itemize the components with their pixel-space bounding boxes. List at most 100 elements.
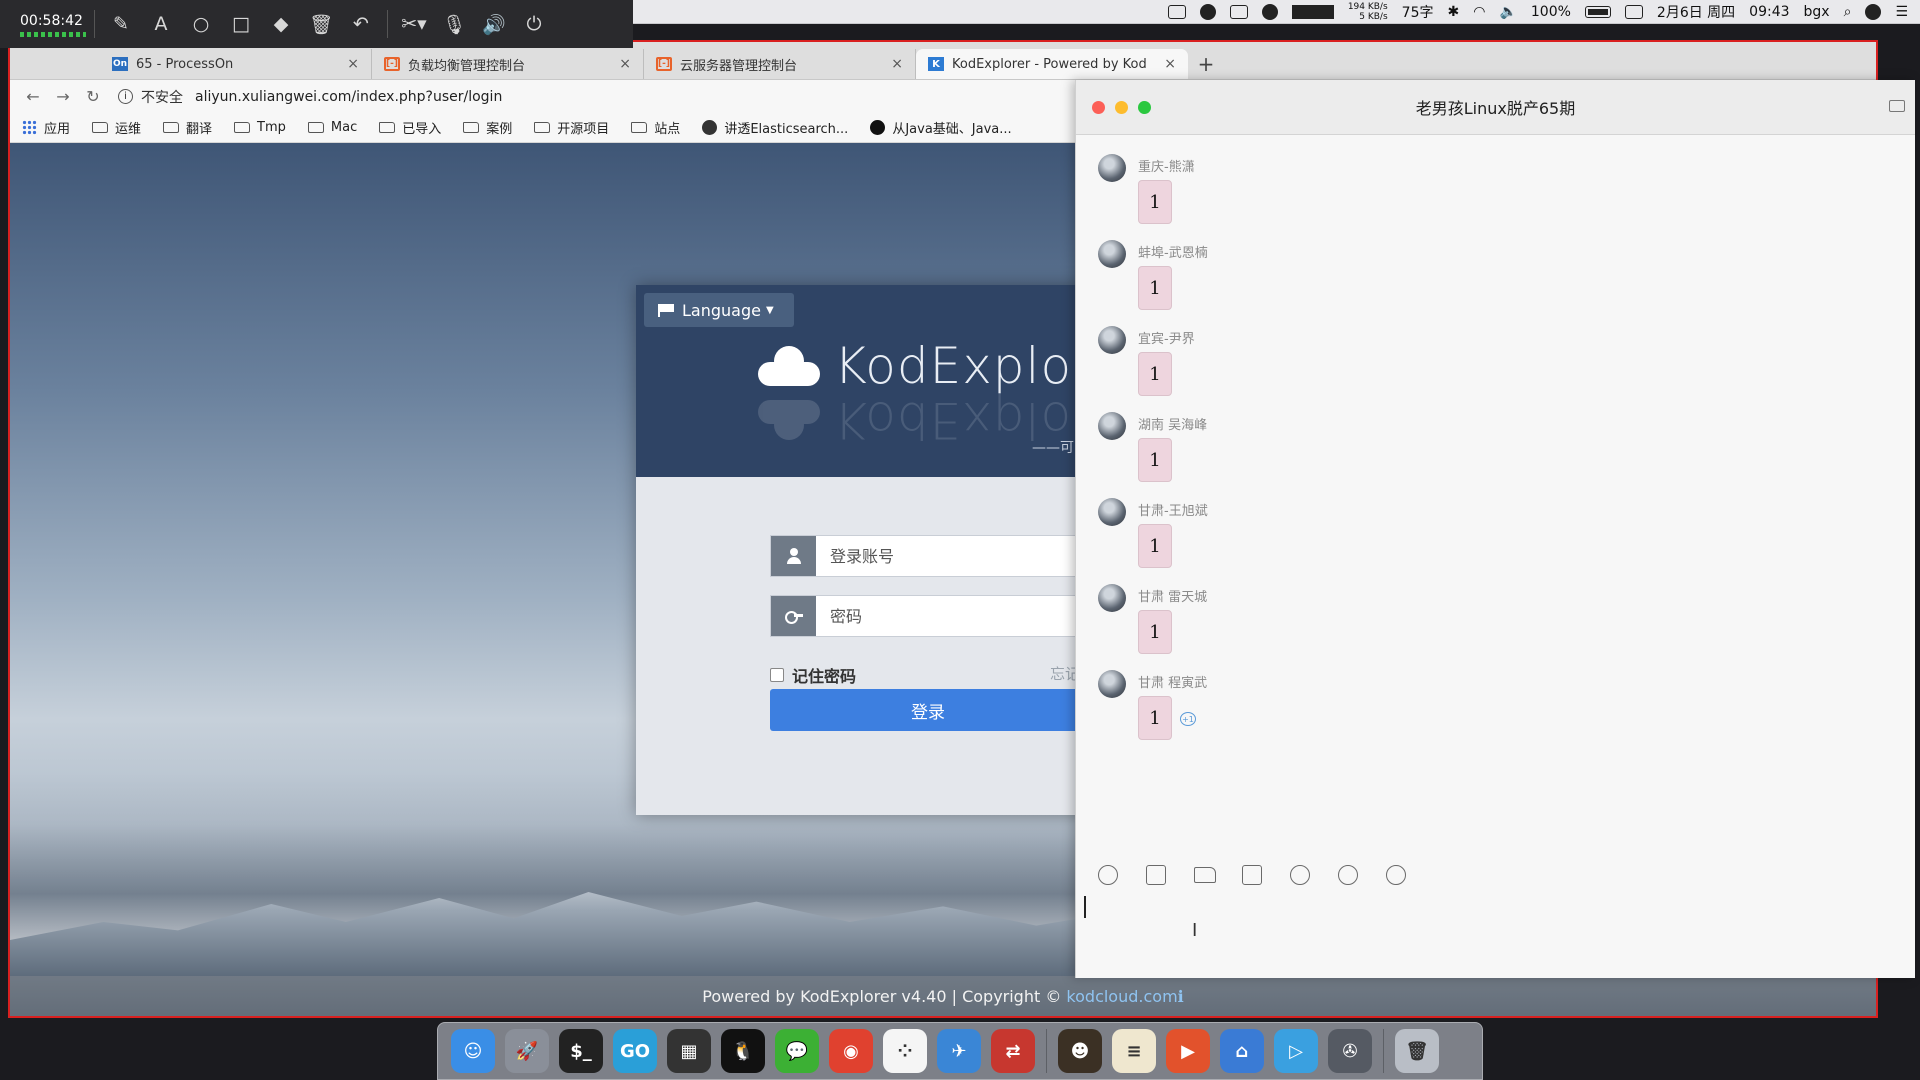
avatar[interactable] xyxy=(1098,584,1126,612)
new-tab-button[interactable]: + xyxy=(1188,49,1224,79)
screenshot-scissors-icon[interactable] xyxy=(1146,862,1194,888)
terminal-icon[interactable]: $_ xyxy=(559,1029,603,1073)
scissors-icon[interactable]: ✂▾ xyxy=(394,0,434,48)
bluetooth-icon[interactable]: ✱ xyxy=(1447,4,1459,20)
remote-desktop-icon[interactable]: ⇄ xyxy=(991,1029,1035,1073)
speaker-icon[interactable]: 🔊 xyxy=(474,0,514,48)
infuse-icon[interactable]: ▷ xyxy=(1274,1029,1318,1073)
message-bubble[interactable]: 1 xyxy=(1138,266,1172,310)
bookmark-item[interactable]: 从Java基础、Java... xyxy=(870,118,1012,137)
trash-icon[interactable]: 🗑 xyxy=(301,0,341,48)
screen-share-icon[interactable] xyxy=(1242,862,1290,888)
message-bubble[interactable]: 1 xyxy=(1138,696,1172,740)
avatar[interactable] xyxy=(1098,240,1126,268)
spotlight-search-icon[interactable]: ⌕ xyxy=(1844,4,1852,20)
bookmark-item[interactable]: 应用 xyxy=(22,118,70,137)
teamviewer-menubar-icon[interactable] xyxy=(1229,4,1248,19)
omnibox[interactable]: i 不安全 aliyun.xuliangwei.com/index.php?us… xyxy=(118,87,502,107)
remember-password[interactable]: 记住密码 xyxy=(770,663,856,687)
cpu-label[interactable]: 75字 xyxy=(1402,2,1434,22)
qq-icon[interactable]: 🐧 xyxy=(721,1029,765,1073)
menubar-date[interactable]: 2月6日 周四 xyxy=(1657,2,1735,22)
language-dropdown[interactable]: Language ▼ xyxy=(644,293,794,327)
password-input[interactable] xyxy=(816,596,1085,636)
back-button[interactable]: ← xyxy=(18,87,48,106)
chrome-icon[interactable]: ◉ xyxy=(829,1029,873,1073)
wechat-menubar-icon[interactable] xyxy=(1199,3,1216,20)
history-clock-icon[interactable] xyxy=(1338,862,1386,888)
insecure-label[interactable]: 不安全 xyxy=(141,87,183,107)
tab-3[interactable]: [-] 云服务器管理控制台 × xyxy=(644,49,916,79)
bookmark-item[interactable]: 运维 xyxy=(92,118,141,137)
message-bubble[interactable]: 1 xyxy=(1138,438,1172,482)
bookmark-item[interactable]: 站点 xyxy=(631,118,680,137)
close-window-button[interactable] xyxy=(1092,101,1105,114)
final-cut-icon[interactable]: ✇ xyxy=(1328,1029,1372,1073)
goland-icon[interactable]: GO xyxy=(613,1029,657,1073)
mute-bell-icon[interactable] xyxy=(1386,862,1434,888)
pin-window-icon[interactable] xyxy=(1889,100,1905,112)
notification-center-icon[interactable]: ☰ xyxy=(1895,4,1908,20)
tab-close-icon[interactable]: × xyxy=(891,56,903,72)
bookmark-item[interactable]: Mac xyxy=(307,120,357,135)
eraser-icon[interactable]: ◆ xyxy=(261,0,301,48)
volume-icon[interactable]: 🔈 xyxy=(1499,4,1516,20)
url-text[interactable]: aliyun.xuliangwei.com/index.php?user/log… xyxy=(195,89,502,105)
minimize-window-button[interactable] xyxy=(1115,101,1128,114)
menubar-time[interactable]: 09:43 xyxy=(1749,4,1789,20)
tab-4[interactable]: K KodExplorer - Powered by Kod × xyxy=(916,49,1188,79)
microphone-icon[interactable]: 🎙 xyxy=(434,0,474,48)
tab-2[interactable]: [-] 负载均衡管理控制台 × xyxy=(372,49,644,79)
avatar[interactable] xyxy=(1098,498,1126,526)
tab-close-icon[interactable]: × xyxy=(619,56,631,72)
message-input[interactable]: I xyxy=(1084,892,1904,972)
message-bubble[interactable]: 1 xyxy=(1138,524,1172,568)
circle-icon[interactable]: ○ xyxy=(181,0,221,48)
oldboy-linux-icon[interactable]: ☻ xyxy=(1058,1029,1102,1073)
remember-checkbox[interactable] xyxy=(770,668,784,682)
phone-icon[interactable] xyxy=(1290,862,1338,888)
tab-close-icon[interactable]: × xyxy=(1164,56,1176,72)
launchpad-icon[interactable]: 🚀 xyxy=(505,1029,549,1073)
username-input[interactable] xyxy=(816,536,1085,576)
battery-icon[interactable] xyxy=(1584,5,1611,18)
bookmark-item[interactable]: 已导入 xyxy=(379,118,441,137)
kodcloud-link[interactable]: kodcloud.com xyxy=(1066,987,1177,1006)
trash-icon[interactable]: 🗑 xyxy=(1395,1029,1439,1073)
power-icon[interactable]: ⏻ xyxy=(514,0,554,48)
login-button[interactable]: 登录 xyxy=(770,689,1086,731)
notification-bell-icon[interactable] xyxy=(1261,3,1278,20)
rectangle-icon[interactable]: □ xyxy=(221,0,261,48)
keynote-icon[interactable]: ⌂ xyxy=(1220,1029,1264,1073)
text-icon[interactable]: A xyxy=(141,0,181,48)
input-method-icon[interactable] xyxy=(1624,4,1643,19)
zoom-window-button[interactable] xyxy=(1138,101,1151,114)
wechat-icon[interactable]: 💬 xyxy=(775,1029,819,1073)
siri-icon[interactable] xyxy=(1865,3,1882,20)
message-bubble[interactable]: 1 xyxy=(1138,352,1172,396)
avatar[interactable] xyxy=(1098,670,1126,698)
plus-one-button[interactable]: +1 xyxy=(1180,712,1196,726)
bookmark-item[interactable]: 开源项目 xyxy=(534,118,609,137)
undo-icon[interactable]: ↶ xyxy=(341,0,381,48)
notes-icon[interactable]: ≡ xyxy=(1112,1029,1156,1073)
brush-icon[interactable]: ✎ xyxy=(101,0,141,48)
forward-button[interactable]: → xyxy=(48,87,78,106)
bookmark-item[interactable]: 案例 xyxy=(463,118,512,137)
feishu-icon[interactable]: ✈ xyxy=(937,1029,981,1073)
message-bubble[interactable]: 1 xyxy=(1138,610,1172,654)
dingtalk-icon[interactable]: ⁘ xyxy=(883,1029,927,1073)
finder-icon[interactable]: ☺ xyxy=(451,1029,495,1073)
screenflow-icon[interactable]: ▶ xyxy=(1166,1029,1210,1073)
battery-percent[interactable]: 100% xyxy=(1531,4,1571,20)
tab-close-icon[interactable]: × xyxy=(347,56,359,72)
tab-1[interactable]: On 65 - ProcessOn × xyxy=(100,49,372,79)
activity-monitor-icon[interactable]: ▦ xyxy=(667,1029,711,1073)
menubar-user[interactable]: bgx xyxy=(1804,4,1830,20)
reload-button[interactable]: ↻ xyxy=(78,87,108,106)
avatar[interactable] xyxy=(1098,326,1126,354)
avatar[interactable] xyxy=(1098,154,1126,182)
bookmark-item[interactable]: Tmp xyxy=(234,120,286,135)
avatar[interactable] xyxy=(1098,412,1126,440)
wifi-icon[interactable]: ◠ xyxy=(1473,4,1485,20)
